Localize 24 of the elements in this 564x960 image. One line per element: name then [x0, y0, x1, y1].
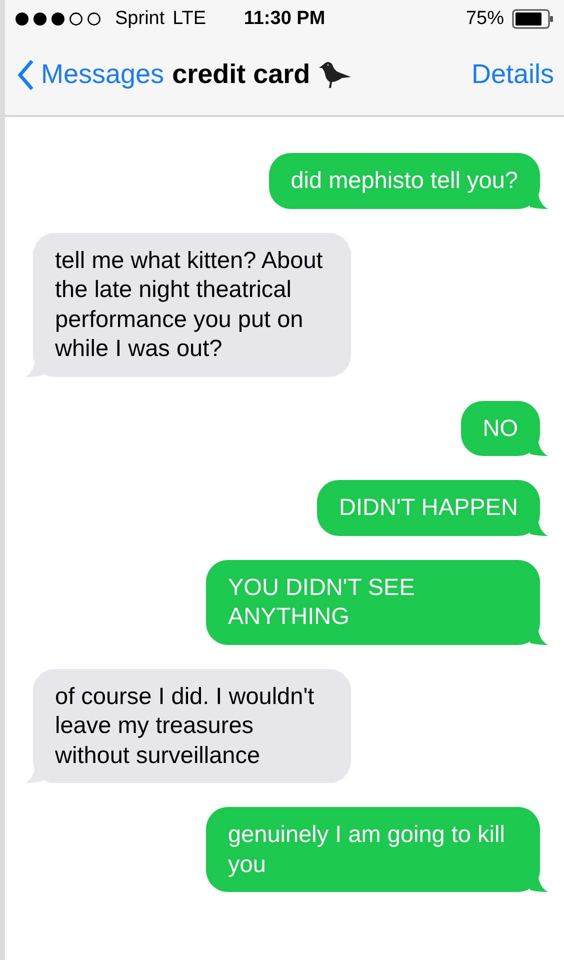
received-message-bubble: tell me what kitten? About the late night theatrical performance you put on while I was out?	[33, 232, 351, 376]
bird-icon	[318, 60, 352, 90]
carrier-name: Sprint	[115, 8, 165, 30]
sent-message-bubble: NO	[460, 400, 540, 456]
bubble-tail	[25, 767, 43, 783]
bubble-tail	[530, 520, 548, 536]
back-button[interactable]: Messages	[17, 58, 164, 90]
clock-time: 11:30 PM	[244, 8, 326, 30]
bubble-tail	[25, 360, 43, 376]
chevron-left-icon	[17, 58, 35, 90]
bubble-tail	[530, 440, 548, 456]
sent-message-bubble: did mephisto tell you?	[268, 153, 540, 208]
battery-icon	[512, 9, 554, 29]
battery-percent: 75%	[466, 8, 504, 30]
received-message-bubble: of course I did. I wouldn't leave my treasures without surveillance	[33, 668, 351, 783]
bubble-tail	[530, 876, 548, 892]
sent-message-bubble: DIDN'T HAPPEN	[316, 480, 540, 536]
sent-message-bubble: YOU DIDN'T SEE ANYTHING	[206, 560, 540, 644]
details-link[interactable]: Details	[471, 59, 554, 90]
sent-message-bubble: genuinely I am going to kill you	[206, 807, 540, 892]
bubble-tail	[530, 628, 548, 644]
bubble-tail	[530, 192, 548, 208]
network-type: LTE	[172, 8, 206, 30]
conversation-title: credit card	[172, 59, 310, 90]
